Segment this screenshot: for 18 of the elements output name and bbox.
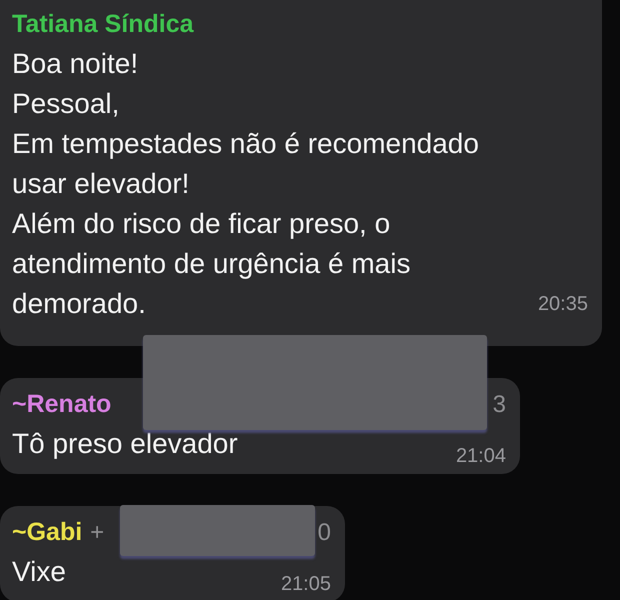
- message-line: usar elevador!: [12, 167, 190, 201]
- message-time: 21:05: [280, 573, 331, 596]
- message-line: Em tempestades não é recomendado: [12, 127, 480, 161]
- message-line: Além do risco de ficar preso, o: [12, 207, 392, 241]
- message-time: 21:04: [456, 445, 506, 468]
- message-line: Vixe: [12, 555, 66, 589]
- message-line: Pessoal,: [12, 87, 120, 121]
- message-line: atendimento de urgência é mais: [12, 247, 412, 281]
- phone-number: 3: [492, 391, 506, 419]
- sender-name[interactable]: ~Renato: [12, 390, 112, 419]
- message-line: demorado.: [12, 287, 146, 321]
- sender-name[interactable]: ~Gabi: [12, 518, 82, 547]
- message-line: Boa noite!: [12, 47, 140, 81]
- message-line: Tô preso elevador: [12, 427, 238, 461]
- phone-number: +: [90, 519, 104, 547]
- phone-number: 0: [318, 519, 331, 547]
- sender-name[interactable]: Tatiana Síndica: [12, 10, 194, 39]
- message-time: 20:35: [538, 293, 588, 316]
